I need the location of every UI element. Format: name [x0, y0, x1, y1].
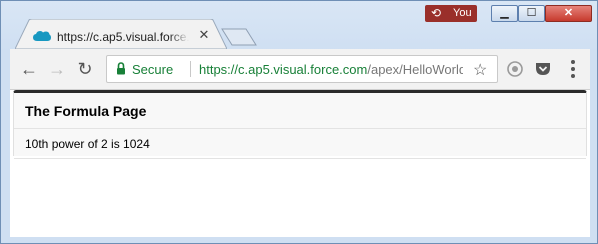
pocket-icon[interactable]: [534, 60, 552, 78]
section-divider: [14, 128, 586, 129]
kebab-menu-icon[interactable]: [564, 57, 582, 81]
section-bottom-rule: [14, 158, 586, 159]
tab-active[interactable]: https://c.ap5.visual.force.com/apex/Hell…: [15, 19, 227, 49]
url-host: https://c.ap5.visual.force.com: [199, 62, 368, 77]
tab-title: https://c.ap5.visual.force.com/apex/Hell…: [57, 30, 189, 44]
maximize-button[interactable]: ☐: [518, 5, 545, 22]
browser-toolbar: ← → ↻ Secure https://c.ap5.visual.force.…: [10, 49, 590, 90]
url-text[interactable]: https://c.ap5.visual.force.com/apex/Hell…: [199, 62, 463, 77]
profile-button[interactable]: ⟲ You: [425, 5, 477, 22]
page-block: The Formula Page 10th power of 2 is 1024: [13, 90, 587, 159]
extension-icon[interactable]: [506, 60, 524, 78]
star-icon[interactable]: ☆: [473, 60, 487, 80]
new-tab-button[interactable]: [221, 28, 257, 46]
maximize-icon: ☐: [526, 7, 537, 19]
window-close-button[interactable]: ✕: [545, 5, 592, 22]
close-icon: ✕: [563, 7, 574, 19]
address-bar[interactable]: Secure https://c.ap5.visual.force.com/ap…: [106, 55, 498, 83]
profile-label: You: [453, 7, 472, 19]
browser-window: https://c.ap5.visual.force.com/apex/Hell…: [0, 0, 598, 244]
page-viewport: The Formula Page 10th power of 2 is 1024: [10, 90, 590, 237]
address-separator: [190, 61, 191, 77]
minimize-icon: ▁: [500, 7, 509, 19]
formula-result: 10th power of 2 is 1024: [25, 137, 150, 151]
people-icon: ⟲: [431, 6, 442, 20]
forward-arrow-icon[interactable]: →: [46, 58, 68, 80]
lock-icon: [116, 62, 126, 80]
secure-label: Secure: [132, 62, 174, 77]
back-arrow-icon[interactable]: ←: [18, 58, 40, 80]
minimize-button[interactable]: ▁: [491, 5, 518, 22]
page-title: The Formula Page: [25, 103, 147, 119]
close-icon[interactable]: ✕: [197, 28, 211, 42]
url-path: /apex/HelloWorld: [367, 62, 463, 77]
reload-icon[interactable]: ↻: [74, 58, 96, 80]
